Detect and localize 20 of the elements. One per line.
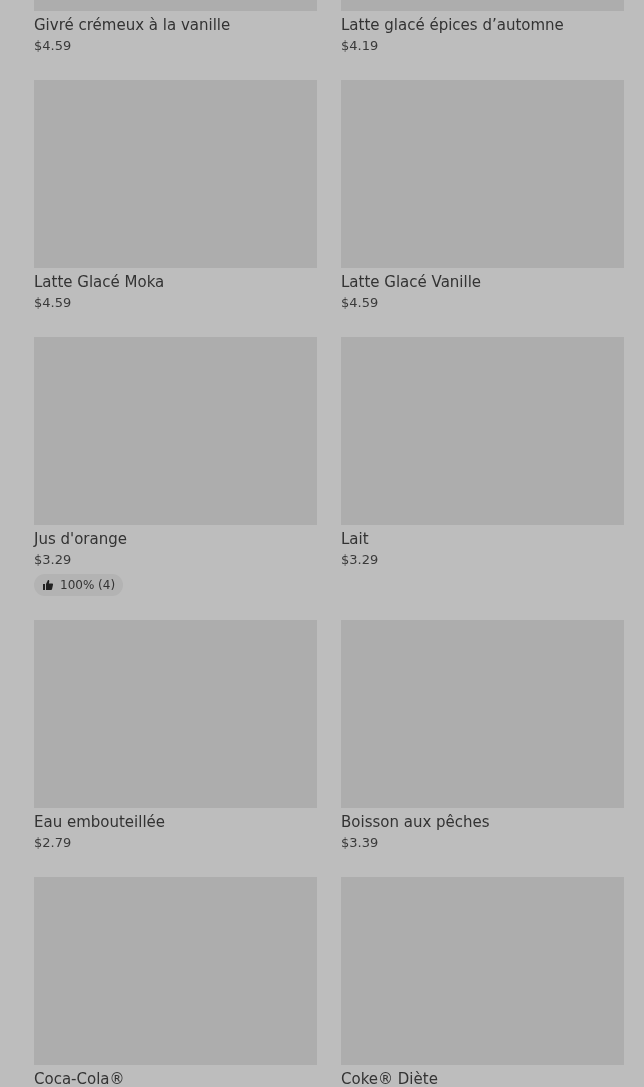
product-name: Latte Glacé Moka xyxy=(34,272,166,293)
product-price: $3.39 xyxy=(341,835,379,850)
product-name: Givré crémeux à la vanille xyxy=(34,15,232,36)
product-name: Coca-Cola® xyxy=(34,1069,126,1087)
rating-badge: 100% (4) xyxy=(34,574,124,596)
product-name: Lait xyxy=(341,529,370,550)
product-price: $4.59 xyxy=(34,295,72,310)
product-name: Latte glacé épices d’automne xyxy=(341,15,565,36)
product-price: $4.19 xyxy=(341,38,379,53)
product-price: $3.29 xyxy=(34,552,72,567)
product-price: $3.29 xyxy=(341,552,379,567)
product-price: $4.59 xyxy=(341,295,379,310)
product-name: Boisson aux pêches xyxy=(341,812,491,833)
product-name: Coke® Diète xyxy=(341,1069,439,1087)
product-name: Latte Glacé Vanille xyxy=(341,272,483,293)
product-price: $2.79 xyxy=(34,835,72,850)
product-name: Jus d'orange xyxy=(34,529,128,550)
product-price: $4.59 xyxy=(34,38,72,53)
thumbs-up-icon xyxy=(42,579,54,591)
product-name: Eau embouteillée xyxy=(34,812,167,833)
